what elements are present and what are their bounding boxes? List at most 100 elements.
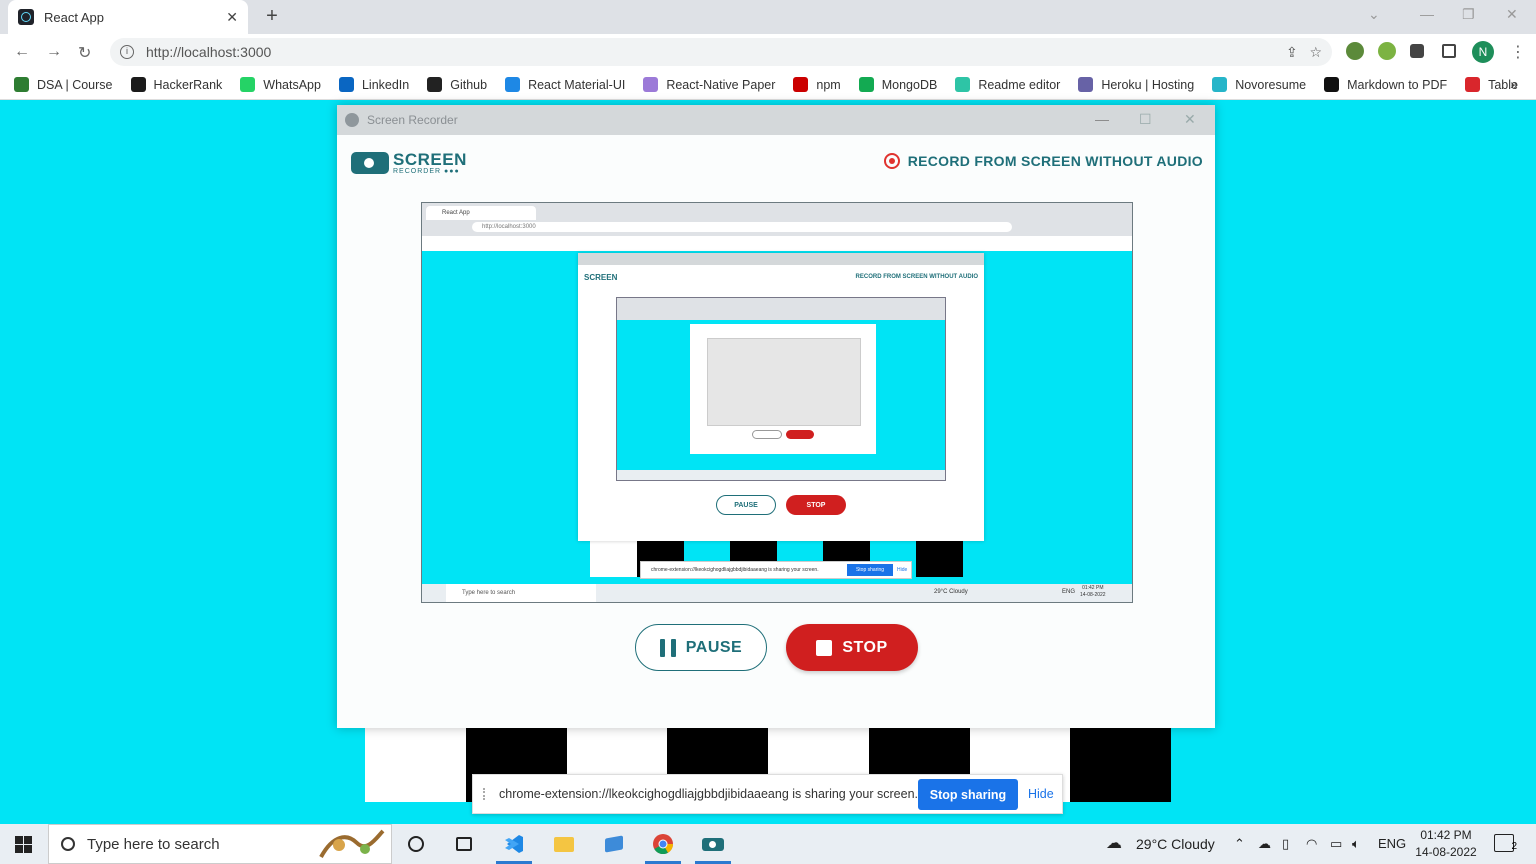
reload-icon[interactable]: ↻ (78, 43, 91, 63)
bookmark-label: LinkedIn (361, 77, 410, 92)
close-icon[interactable]: ✕ (1184, 111, 1196, 128)
preview-clock: 01:42 PM 14-08-2022 (1080, 585, 1106, 599)
screen-recorder-window: Screen Recorder — ☐ ✕ SCREEN RECORDER ●●… (337, 105, 1215, 728)
preview-weather: 29°C Cloudy (934, 589, 968, 595)
preview-nested-window (690, 324, 876, 454)
taskbar-clock[interactable]: 01:42 PM 14-08-2022 (1404, 827, 1488, 861)
bookmark-item[interactable]: Heroku | Hosting (1078, 77, 1194, 92)
forward-icon[interactable]: → (46, 43, 62, 61)
bookmark-item[interactable]: Readme editor (955, 77, 1060, 92)
record-mode-label: RECORD FROM SCREEN WITHOUT AUDIO (883, 153, 1203, 169)
app-icon[interactable] (592, 824, 636, 864)
bookmark-label: HackerRank (153, 77, 223, 92)
more-bookmarks-icon[interactable]: » (1510, 76, 1518, 92)
hide-button[interactable]: Hide (1028, 787, 1054, 801)
taskbar-search[interactable]: Type here to search (48, 824, 392, 864)
bookmark-favicon-icon (130, 77, 146, 92)
search-icon (61, 837, 75, 851)
bookmark-label: Github (450, 77, 488, 92)
react-icon (18, 9, 34, 25)
onedrive-icon[interactable]: ☁ (1258, 836, 1271, 852)
stop-sharing-button[interactable]: Stop sharing (918, 779, 1018, 810)
minimize-icon[interactable]: — (1420, 6, 1434, 22)
notification-icon[interactable]: 2 (1494, 834, 1517, 852)
preview-bookmarks (422, 236, 1132, 251)
tab-react-app[interactable]: React App ✕ (8, 0, 248, 34)
file-explorer-icon[interactable] (542, 824, 586, 864)
bookmark-item[interactable]: Novoresume (1212, 77, 1306, 92)
new-tab-button[interactable]: + (260, 5, 284, 28)
battery-icon[interactable]: ▭ (1330, 836, 1342, 852)
bookmark-label: MongoDB (881, 77, 938, 92)
weather-icon[interactable]: ☁ (1106, 833, 1122, 853)
wifi-icon[interactable]: ◠ (1306, 836, 1317, 852)
chevron-down-icon[interactable]: ⌄ (1368, 6, 1380, 23)
bookmark-label: WhatsApp (263, 77, 321, 92)
extension-plus-icon[interactable] (1378, 42, 1396, 60)
url-text: http://localhost:3000 (146, 44, 272, 60)
bookmark-favicon-icon (955, 77, 971, 92)
menu-icon[interactable]: ⋮ (1510, 42, 1526, 62)
device-icon[interactable]: ▯ (1282, 836, 1289, 852)
stop-label: STOP (842, 638, 888, 656)
back-icon[interactable]: ← (14, 43, 30, 61)
stop-button[interactable]: STOP (786, 624, 918, 671)
browser-tab-bar: React App ✕ + ⌄ — ❐ ✕ (0, 0, 1536, 34)
pause-button[interactable]: PAUSE (635, 624, 767, 671)
puzzle-icon[interactable] (1410, 44, 1424, 58)
bookmark-item[interactable]: Markdown to PDF (1324, 77, 1447, 92)
bookmark-item[interactable]: DSA | Course (14, 77, 113, 92)
preview-hide: Hide (897, 567, 908, 573)
weather-text[interactable]: 29°C Cloudy (1136, 836, 1215, 852)
bookmark-label: Novoresume (1235, 77, 1307, 92)
notification-count: 2 (1511, 841, 1517, 852)
chevron-up-icon[interactable]: ⌃ (1234, 836, 1245, 852)
cortana-icon[interactable] (394, 824, 438, 864)
bookmark-favicon-icon (1212, 77, 1228, 92)
app-logo: SCREEN RECORDER ●●● (351, 151, 467, 175)
preview-logo: SCREEN (584, 273, 618, 282)
pause-icon (659, 638, 676, 657)
bookmark-item[interactable]: React-Native Paper (643, 77, 775, 92)
record-mode-text: RECORD FROM SCREEN WITHOUT AUDIO (907, 153, 1203, 169)
preview-stop-sharing: Stop sharing (847, 564, 893, 576)
screen-recorder-taskbar-icon[interactable] (691, 824, 735, 864)
volume-icon[interactable]: 🔈︎ (1352, 836, 1360, 852)
site-info-icon[interactable]: i (120, 45, 134, 59)
bookmark-favicon-icon (643, 77, 659, 92)
close-tab-icon[interactable]: ✕ (226, 9, 238, 26)
bookmark-item[interactable]: Github (427, 77, 487, 92)
restore-icon[interactable]: ❐ (1462, 6, 1475, 23)
bookmark-item[interactable]: MongoDB (858, 77, 938, 92)
close-window-icon[interactable]: ✕ (1506, 6, 1518, 23)
profile-avatar[interactable]: N (1472, 41, 1494, 63)
bookmark-favicon-icon (338, 77, 354, 92)
language-indicator[interactable]: ENG (1378, 836, 1406, 851)
minimize-icon[interactable]: — (1095, 111, 1109, 127)
logo-main-text: SCREEN (393, 150, 467, 169)
vscode-icon[interactable] (492, 824, 536, 864)
windows-taskbar: Type here to search ☁ 29°C Cloudy ⌃ ☁ ▯ … (0, 824, 1536, 864)
drag-handle-icon[interactable] (483, 788, 489, 800)
sharing-message: chrome-extension://lkeokcighogdliajgbbdj… (499, 787, 919, 801)
bookmark-label: React Material-UI (528, 77, 626, 92)
task-view-icon[interactable] (442, 824, 486, 864)
windows-start-icon[interactable] (15, 836, 32, 853)
side-panel-icon[interactable] (1442, 44, 1456, 58)
bookmark-item[interactable]: npm (793, 77, 841, 92)
bookmark-label: React-Native Paper (666, 77, 776, 92)
bookmark-item[interactable]: WhatsApp (240, 77, 321, 92)
maximize-icon[interactable]: ☐ (1139, 111, 1152, 128)
address-bar[interactable]: i http://localhost:3000 ⇪ ☆ (110, 38, 1332, 66)
extension-icon[interactable] (1346, 42, 1364, 60)
bookmark-item[interactable]: React Material-UI (505, 77, 625, 92)
clock-time: 01:42 PM (1420, 828, 1472, 842)
chrome-icon[interactable] (641, 824, 685, 864)
preview-time: 01:42 PM (1082, 585, 1104, 591)
bookmark-item[interactable]: LinkedIn (338, 77, 410, 92)
preview-share-bar: chrome-extension://lkeokcighogdliajgbbdj… (640, 561, 912, 579)
share-star-icons[interactable]: ⇪ ☆ (1286, 44, 1322, 61)
bookmark-favicon-icon (14, 77, 29, 92)
bookmark-item[interactable]: HackerRank (130, 77, 223, 92)
bookmark-favicon-icon (858, 77, 874, 92)
